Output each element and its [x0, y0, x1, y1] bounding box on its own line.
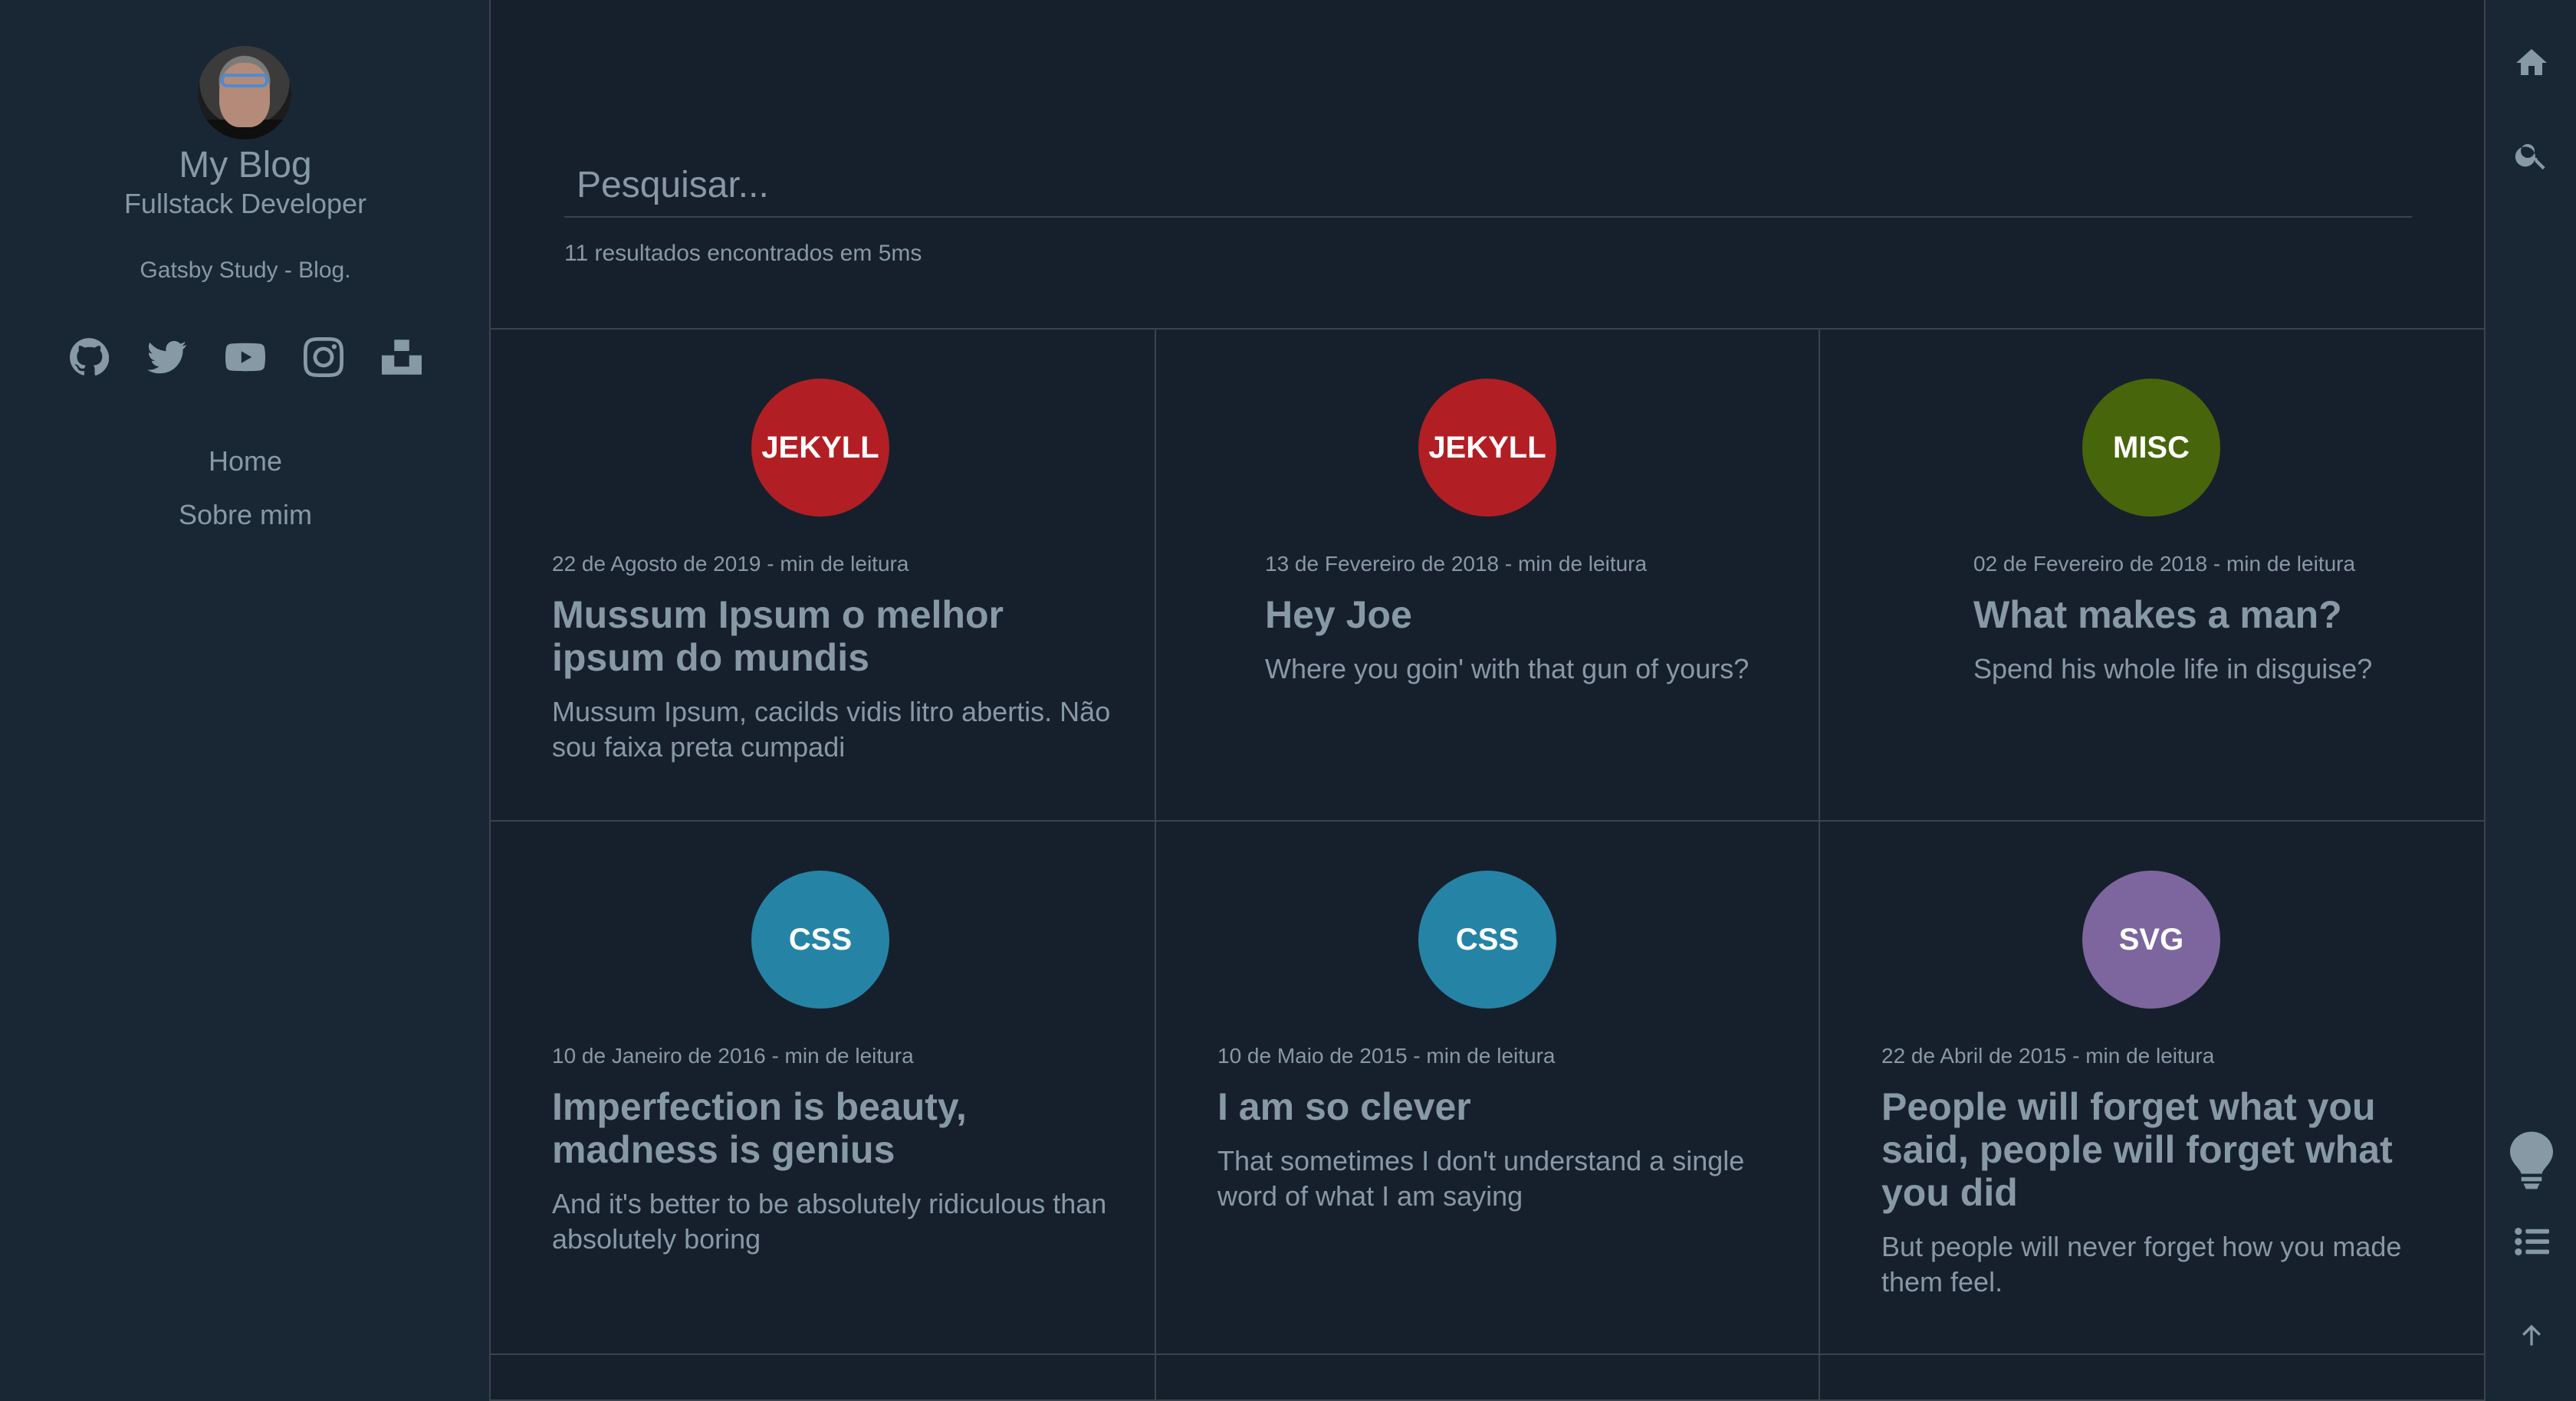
main-content: 11 resultados encontrados em 5ms JEKYLL …	[491, 0, 2484, 1401]
unsplash-icon[interactable]	[382, 337, 422, 377]
menu-item-sobre-mim[interactable]: Sobre mim	[0, 494, 491, 547]
post-excerpt: Mussum Ipsum, cacilds vidis litro aberti…	[552, 696, 1111, 763]
post-title[interactable]: People will forget what you said, people…	[1881, 1085, 2449, 1214]
search-icon[interactable]	[2509, 132, 2555, 178]
post-excerpt: Spend his whole life in disguise?	[1973, 653, 2373, 684]
post-card[interactable]: MISC 02 de Fevereiro de 2018 - min de le…	[1820, 330, 2484, 822]
post-card[interactable]: CSS 10 de Janeiro de 2016 - min de leitu…	[491, 822, 1156, 1355]
lightbulb-icon[interactable]	[2509, 1130, 2555, 1191]
post-card-partial	[491, 1355, 1156, 1401]
post-excerpt: But people will never forget how you mad…	[1881, 1231, 2402, 1298]
search-stats: 11 resultados encontrados em 5ms	[564, 241, 922, 266]
post-card[interactable]: JEKYLL 13 de Fevereiro de 2018 - min de …	[1156, 330, 1820, 822]
home-icon[interactable]	[2509, 40, 2555, 86]
post-card-partial	[1820, 1355, 2484, 1401]
post-title[interactable]: Mussum Ipsum o melhor ipsum do mundis	[552, 593, 1119, 679]
post-title[interactable]: What makes a man?	[1973, 593, 2464, 636]
github-icon[interactable]	[69, 337, 110, 377]
post-excerpt: That sometimes I don't understand a sing…	[1217, 1145, 1745, 1212]
post-title[interactable]: I am so clever	[1217, 1085, 1769, 1128]
tag-badge: MISC	[2082, 379, 2220, 517]
menu-item-home[interactable]: Home	[0, 440, 491, 494]
tag-badge: SVG	[2082, 871, 2220, 1009]
twitter-icon[interactable]	[147, 337, 187, 377]
blog-position: Fullstack Developer	[123, 188, 367, 219]
blog-title[interactable]: My Blog	[0, 145, 491, 186]
search-input[interactable]	[564, 153, 2412, 218]
post-date: 22 de Abril de 2015 - min de leitura	[1881, 1044, 2215, 1068]
post-grid: JEKYLL 22 de Agosto de 2019 - min de lei…	[491, 328, 2484, 1401]
tag-badge: JEKYLL	[1418, 379, 1556, 517]
tag-badge: CSS	[1418, 871, 1556, 1009]
social-links	[0, 337, 491, 377]
post-date: 10 de Janeiro de 2016 - min de leitura	[552, 1044, 914, 1068]
post-date: 10 de Maio de 2015 - min de leitura	[1217, 1044, 1556, 1068]
post-card-partial	[1156, 1355, 1820, 1401]
post-date: 13 de Fevereiro de 2018 - min de leitura	[1265, 552, 1648, 576]
tag-badge: JEKYLL	[751, 379, 889, 517]
post-title[interactable]: Hey Joe	[1265, 593, 1802, 636]
post-card[interactable]: JEKYLL 22 de Agosto de 2019 - min de lei…	[491, 330, 1156, 822]
list-icon[interactable]	[2509, 1219, 2555, 1265]
arrow-up-icon[interactable]	[2509, 1312, 2555, 1358]
sidebar: My Blog Fullstack Developer Gatsby Study…	[0, 0, 491, 1401]
post-date: 02 de Fevereiro de 2018 - min de leitura	[1973, 552, 2356, 576]
instagram-icon[interactable]	[304, 337, 343, 377]
avatar[interactable]	[198, 46, 291, 139]
post-excerpt: And it's better to be absolutely ridicul…	[552, 1188, 1107, 1255]
post-date: 22 de Agosto de 2019 - min de leitura	[552, 552, 909, 576]
youtube-icon[interactable]	[225, 337, 266, 377]
sidebar-menu: Home Sobre mim	[0, 440, 491, 547]
tag-badge: CSS	[751, 871, 889, 1009]
post-card[interactable]: CSS 10 de Maio de 2015 - min de leitura …	[1156, 822, 1820, 1355]
blog-description: Gatsby Study - Blog.	[140, 258, 351, 283]
post-card[interactable]: SVG 22 de Abril de 2015 - min de leitura…	[1820, 822, 2484, 1355]
post-title[interactable]: Imperfection is beauty, madness is geniu…	[552, 1085, 1119, 1171]
menu-bar	[2484, 0, 2576, 1401]
post-excerpt: Where you goin' with that gun of yours?	[1265, 653, 1750, 684]
